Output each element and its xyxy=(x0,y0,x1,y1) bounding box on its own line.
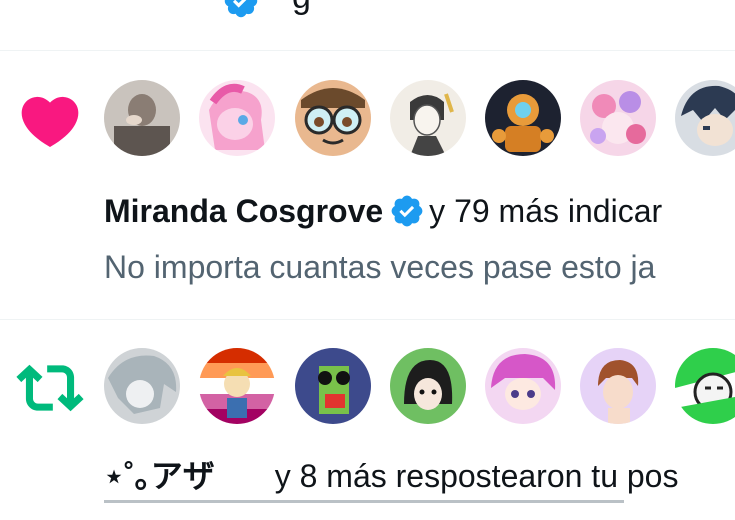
avatar[interactable] xyxy=(580,348,656,424)
user-name-link[interactable]: ⋆˚｡アザ xyxy=(104,458,215,494)
avatar[interactable] xyxy=(295,348,371,424)
heart-icon xyxy=(21,96,79,147)
avatar[interactable] xyxy=(104,80,180,156)
avatar[interactable] xyxy=(485,348,561,424)
repost-summary-text: y 8 más respostearon tu pos xyxy=(274,458,679,494)
post-preview-partial xyxy=(104,500,624,506)
user-name-link[interactable]: Miranda Cosgrove xyxy=(104,193,383,229)
like-notification[interactable]: Miranda Cosgrove y 79 más indicar No impo… xyxy=(0,51,735,320)
avatar[interactable] xyxy=(199,80,275,156)
avatar[interactable] xyxy=(295,80,371,156)
avatar[interactable] xyxy=(199,348,275,424)
avatar[interactable] xyxy=(104,348,180,424)
avatar[interactable] xyxy=(675,80,735,156)
avatar[interactable] xyxy=(390,348,466,424)
verified-badge-icon xyxy=(224,0,258,18)
avatar[interactable] xyxy=(675,348,735,424)
repost-icon xyxy=(16,364,84,412)
verified-badge-icon xyxy=(391,195,423,227)
liker-avatars xyxy=(104,80,735,158)
like-summary: Miranda Cosgrove y 79 más indicar xyxy=(104,191,662,231)
repost-notification[interactable]: ⋆˚｡アザ y 8 más respostearon tu pos xyxy=(0,320,735,520)
avatar[interactable] xyxy=(390,80,466,156)
repost-summary: ⋆˚｡アザ y 8 más respostearon tu pos xyxy=(104,456,678,496)
post-preview-text: No importa cuantas veces pase esto ja xyxy=(104,249,656,285)
avatar[interactable] xyxy=(485,80,561,156)
previous-notification-row[interactable]: g xyxy=(0,0,735,51)
like-summary-text: y 79 más indicar xyxy=(429,193,663,229)
avatar[interactable] xyxy=(580,80,656,156)
previous-notification-text: g xyxy=(292,0,311,17)
reposter-avatars xyxy=(104,348,735,426)
